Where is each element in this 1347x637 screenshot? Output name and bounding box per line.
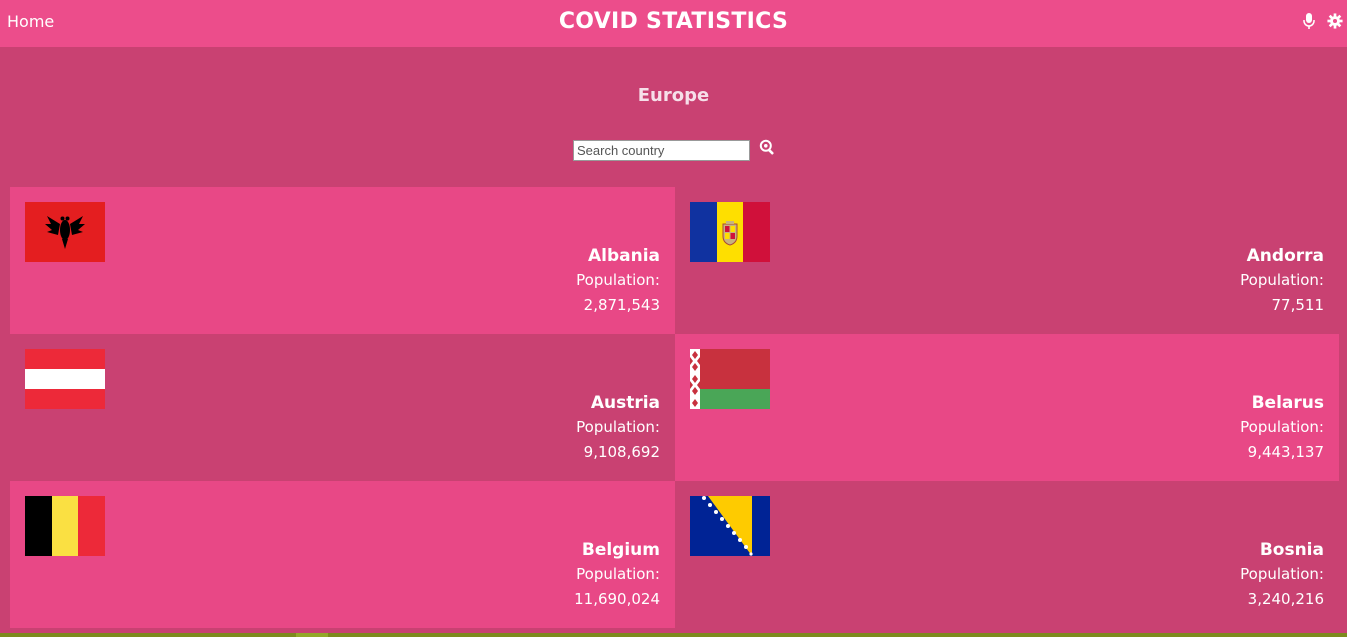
header-actions [1301,12,1343,30]
population-label: Population: [1240,271,1324,289]
country-name: Belarus [1251,393,1324,413]
population-value: 2,871,543 [583,296,660,314]
microphone-icon[interactable] [1301,12,1317,30]
country-card-albania[interactable]: Albania Population: 2,871,543 [10,187,675,334]
search-icon[interactable] [759,139,776,156]
bosnia-flag [690,496,770,556]
population-value: 9,108,692 [583,443,660,461]
country-info: Andorra Population: 77,511 [1240,244,1324,317]
population-label: Population: [1240,418,1324,436]
country-info: Belgium Population: 11,690,024 [574,538,660,611]
search-bar [573,139,776,161]
population-label: Population: [1240,565,1324,583]
country-info: Bosnia Population: 3,240,216 [1240,538,1324,611]
belgium-flag [25,496,105,556]
population-label: Population: [576,271,660,289]
population-value: 11,690,024 [574,590,660,608]
belarus-flag [690,349,770,409]
country-card-belgium[interactable]: Belgium Population: 11,690,024 [10,481,675,628]
country-card-andorra[interactable]: Andorra Population: 77,511 [675,187,1339,334]
country-name: Albania [587,246,660,266]
population-value: 3,240,216 [1247,590,1324,608]
country-info: Albania Population: 2,871,543 [576,244,660,317]
gear-icon[interactable] [1327,12,1343,30]
horizontal-scrollbar[interactable] [0,633,1347,637]
region-title: Europe [637,85,710,106]
country-grid: Albania Population: 2,871,543 Andorra Po… [10,187,1339,628]
andorra-flag [690,202,770,262]
country-name: Belgium [581,540,660,560]
scrollbar-thumb[interactable] [296,633,328,637]
austria-flag [25,349,105,409]
country-name: Bosnia [1259,540,1324,560]
country-name: Austria [590,393,660,413]
albania-flag [25,202,105,262]
population-value: 9,443,137 [1247,443,1324,461]
population-label: Population: [576,565,660,583]
top-bar: Home COVID STATISTICS [0,0,1347,47]
country-card-austria[interactable]: Austria Population: 9,108,692 [10,334,675,481]
country-card-bosnia[interactable]: Bosnia Population: 3,240,216 [675,481,1339,628]
app-title: COVID STATISTICS [558,9,789,34]
country-info: Austria Population: 9,108,692 [576,391,660,464]
population-value: 77,511 [1271,296,1325,314]
search-input[interactable] [573,140,750,161]
country-info: Belarus Population: 9,443,137 [1240,391,1324,464]
country-card-belarus[interactable]: Belarus Population: 9,443,137 [675,334,1339,481]
country-name: Andorra [1246,246,1324,266]
population-label: Population: [576,418,660,436]
